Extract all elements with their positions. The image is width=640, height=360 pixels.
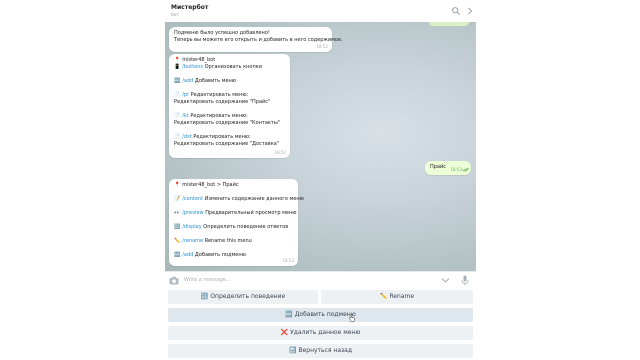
command-link[interactable]: /rename bbox=[182, 238, 203, 244]
page-icon: 📄 bbox=[174, 113, 181, 119]
message-bubble[interactable]: 📍 mister48_bot > Прайс 📝/content Изменить… bbox=[169, 179, 304, 266]
memo-icon: 📝 bbox=[174, 196, 181, 202]
new-icon: 🆕 bbox=[174, 78, 181, 84]
message-time: 18:53 bbox=[282, 258, 294, 263]
list-item: 🆕/add Добавить меню bbox=[174, 78, 237, 84]
chat-header[interactable]: Мистербот бот bbox=[165, 0, 476, 22]
list-item: 📱/buttons Организовать кнопки bbox=[174, 64, 262, 70]
eyes-icon: 👀 bbox=[174, 210, 181, 216]
command-link[interactable]: /preview bbox=[182, 210, 203, 216]
message-text: Подменю было успешно добавлено! bbox=[174, 30, 270, 36]
outgoing-message-bubble[interactable]: Прайс 18:53 bbox=[425, 161, 471, 175]
rename-button[interactable]: ✏️ Rename bbox=[321, 290, 473, 304]
list-item-sub: Редактировать содержание "Доставка" bbox=[174, 141, 280, 147]
message-bubble[interactable]: Подменю было успешно добавлено! Теперь в… bbox=[169, 27, 343, 52]
pencil-icon: ✏️ bbox=[174, 238, 181, 244]
previous-message-fragment bbox=[429, 22, 469, 26]
camera-icon[interactable] bbox=[169, 276, 179, 285]
chevron-right-icon[interactable] bbox=[465, 6, 475, 16]
message-time: 18:52 bbox=[316, 44, 328, 49]
chevron-down-icon[interactable] bbox=[441, 277, 450, 284]
list-item-sub: Редактировать содержание "Прайс" bbox=[174, 99, 271, 105]
microphone-icon[interactable] bbox=[461, 275, 469, 286]
new-icon: 🆕 bbox=[174, 252, 181, 258]
cross-icon: ❌ bbox=[280, 329, 289, 336]
command-link[interactable]: /display bbox=[182, 224, 201, 230]
message-bubble[interactable]: 📍 mister48_bot 📱/buttons Организовать кно… bbox=[169, 54, 290, 158]
page-icon: 📄 bbox=[174, 92, 181, 98]
message-text: Теперь вы можете его открыть и добавить … bbox=[174, 37, 343, 43]
list-item: 📝/content Изменить содержание данного ме… bbox=[174, 196, 304, 202]
symbols-icon: 🔣 bbox=[174, 224, 181, 230]
symbols-icon: 🔣 bbox=[200, 293, 209, 300]
list-item: 👀/preview Предварительный просмотр меню bbox=[174, 210, 297, 216]
list-item: 📍 mister48_bot bbox=[174, 57, 216, 63]
search-icon[interactable] bbox=[451, 6, 461, 16]
add-submenu-button[interactable]: 🆕 Добавить подменю bbox=[168, 308, 473, 322]
command-link[interactable]: /buttons bbox=[182, 64, 203, 70]
read-check-icon bbox=[462, 167, 469, 172]
reply-keyboard: 🔣 Определить поведение ✏️ Rename 🆕 Добавить… bbox=[165, 288, 476, 360]
command-link[interactable]: /add bbox=[182, 78, 193, 84]
list-item: 🔣/display Определить поведение ответов bbox=[174, 224, 289, 230]
chat-title: Мистербот bbox=[171, 4, 209, 11]
define-behavior-button[interactable]: 🔣 Определить поведение bbox=[168, 290, 318, 304]
command-link[interactable]: /content bbox=[182, 196, 203, 202]
message-text: Прайс bbox=[430, 164, 446, 170]
list-item: 📄/kt Редактировать меню: bbox=[174, 113, 248, 119]
chat-status: бот bbox=[171, 13, 180, 18]
command-link[interactable]: /dst bbox=[182, 134, 191, 140]
hand-cursor-icon bbox=[349, 314, 355, 322]
pin-icon: 📍 bbox=[174, 182, 181, 188]
list-item: 📍 mister48_bot > Прайс bbox=[174, 182, 239, 188]
delete-menu-button[interactable]: ❌ Удалить данное меню bbox=[168, 326, 473, 340]
new-icon: 🆕 bbox=[285, 311, 293, 318]
command-link[interactable]: /add bbox=[182, 252, 193, 258]
list-item-sub: Редактировать содержание "Контакты" bbox=[174, 120, 281, 126]
pencil-icon: ✏️ bbox=[379, 293, 388, 300]
list-item: 🆕/add Добавить подменю bbox=[174, 252, 246, 258]
message-list[interactable]: Подменю было успешно добавлено! Теперь в… bbox=[165, 22, 476, 271]
list-item: ✏️/rename Rename this menu bbox=[174, 238, 252, 244]
list-item: 📄/dst Редактировать меню: bbox=[174, 134, 251, 140]
message-time: 18:53 bbox=[450, 167, 462, 172]
pin-icon: 📍 bbox=[174, 57, 181, 63]
message-input[interactable]: Write a message... bbox=[184, 277, 231, 283]
back-icon: 🔙 bbox=[288, 347, 297, 354]
chat-window: Мистербот бот Подменю было успешно добав… bbox=[165, 0, 476, 360]
message-input-bar: Write a message... bbox=[165, 271, 476, 289]
message-time: 18:52 bbox=[274, 150, 286, 155]
page-icon: 📄 bbox=[174, 134, 181, 140]
phone-icon: 📱 bbox=[174, 64, 181, 70]
list-item: 📄/pr Редактировать меню: bbox=[174, 92, 249, 98]
go-back-button[interactable]: 🔙 Вернуться назад bbox=[168, 344, 473, 358]
